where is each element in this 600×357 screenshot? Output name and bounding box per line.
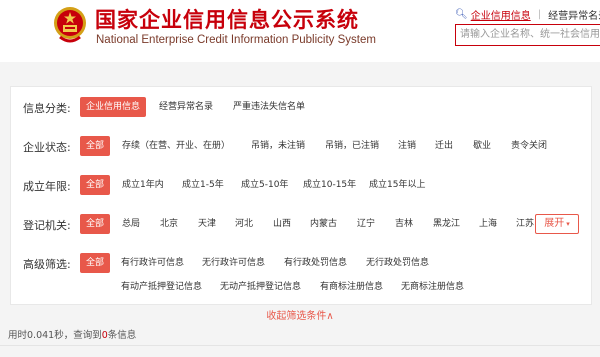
expand-label: 展开 [544, 218, 565, 229]
option-authority-hebei[interactable]: 河北 [235, 214, 253, 234]
site-header: 国家企业信用信息公示系统 National Enterprise Credit … [0, 0, 600, 62]
site-subtitle: National Enterprise Credit Information P… [96, 34, 376, 46]
divider [0, 345, 600, 346]
search-input[interactable]: 请输入企业名称、统一社会信用代码 [455, 24, 600, 46]
option-status-revoked-not-cancelled[interactable]: 吊销，未注销 [251, 136, 305, 156]
option-status-suspended[interactable]: 歇业 [473, 136, 491, 156]
option-has-trademark[interactable]: 有商标注册信息 [320, 277, 383, 297]
collapse-filters-link[interactable]: 收起筛选条件∧ [0, 307, 600, 322]
option-years-all[interactable]: 全部 [80, 175, 111, 195]
option-status-revoked-cancelled[interactable]: 吊销，已注销 [325, 136, 379, 156]
option-years-5-10[interactable]: 成立5-10年 [241, 175, 288, 195]
option-status-cancelled[interactable]: 注销 [398, 136, 416, 156]
filter-panel: 信息分类: 企业信用信息 经营异常名录 严重违法失信名单 企业状态: 全部 存续… [10, 86, 592, 305]
option-serious-violation[interactable]: 严重违法失信名单 [233, 97, 305, 117]
option-authority-shanxi[interactable]: 山西 [273, 214, 291, 234]
search-icon: 🔍︎ [455, 9, 468, 20]
option-abnormal-list[interactable]: 经营异常名录 [159, 97, 213, 117]
option-authority-heilongjiang[interactable]: 黑龙江 [433, 214, 460, 234]
option-authority-saic[interactable]: 总局 [122, 214, 140, 234]
option-status-ordered-closed[interactable]: 责令关闭 [511, 136, 547, 156]
filter-label-years: 成立年限: [23, 180, 71, 193]
option-authority-jiangsu[interactable]: 江苏 [516, 214, 534, 234]
result-prefix: 用时0.041秒，查询到 [8, 330, 102, 341]
option-years-10-15[interactable]: 成立10-15年 [303, 175, 356, 195]
option-authority-tianjin[interactable]: 天津 [198, 214, 216, 234]
option-authority-shanghai[interactable]: 上海 [479, 214, 497, 234]
link-abnormal-list[interactable]: 经营异常名录 [548, 7, 600, 22]
option-years-over-15[interactable]: 成立15年以上 [369, 175, 425, 195]
link-enterprise-credit[interactable]: 企业信用信息 [471, 7, 531, 22]
link-separator: | [537, 9, 542, 20]
option-has-admin-license[interactable]: 有行政许可信息 [121, 253, 184, 273]
filter-label-advanced: 高级筛选: [23, 258, 71, 271]
top-links: 🔍︎ 企业信用信息 | 经营异常名录 [455, 7, 600, 22]
option-has-chattel-mortgage[interactable]: 有动产抵押登记信息 [121, 277, 202, 297]
option-enterprise-credit[interactable]: 企业信用信息 [80, 97, 147, 117]
option-authority-jilin[interactable]: 吉林 [395, 214, 413, 234]
caret-down-icon: ▾ [566, 220, 570, 228]
filter-label-authority: 登记机关: [23, 219, 71, 232]
option-status-moved-out[interactable]: 迁出 [435, 136, 453, 156]
expand-button[interactable]: 展开 ▾ [535, 214, 579, 234]
option-years-under-1[interactable]: 成立1年内 [122, 175, 164, 195]
option-authority-all[interactable]: 全部 [80, 214, 111, 234]
option-advanced-all[interactable]: 全部 [80, 253, 111, 273]
option-status-all[interactable]: 全部 [80, 136, 111, 156]
result-summary: 用时0.041秒，查询到0条信息 [8, 327, 136, 341]
result-suffix: 条信息 [107, 330, 137, 341]
option-no-admin-license[interactable]: 无行政许可信息 [202, 253, 265, 273]
filter-label-category: 信息分类: [23, 102, 71, 115]
option-no-chattel-mortgage[interactable]: 无动产抵押登记信息 [220, 277, 301, 297]
option-has-admin-penalty[interactable]: 有行政处罚信息 [284, 253, 347, 273]
site-title: 国家企业信用信息公示系统 [95, 7, 359, 32]
option-authority-beijing[interactable]: 北京 [160, 214, 178, 234]
option-authority-liaoning[interactable]: 辽宁 [357, 214, 375, 234]
national-emblem-icon [54, 7, 86, 43]
option-no-trademark[interactable]: 无商标注册信息 [401, 277, 464, 297]
option-years-1-5[interactable]: 成立1-5年 [182, 175, 224, 195]
option-authority-inner-mongolia[interactable]: 内蒙古 [310, 214, 337, 234]
option-no-admin-penalty[interactable]: 无行政处罚信息 [366, 253, 429, 273]
option-status-active[interactable]: 存续（在营、开业、在册） [122, 136, 230, 156]
filter-label-status: 企业状态: [23, 141, 71, 154]
